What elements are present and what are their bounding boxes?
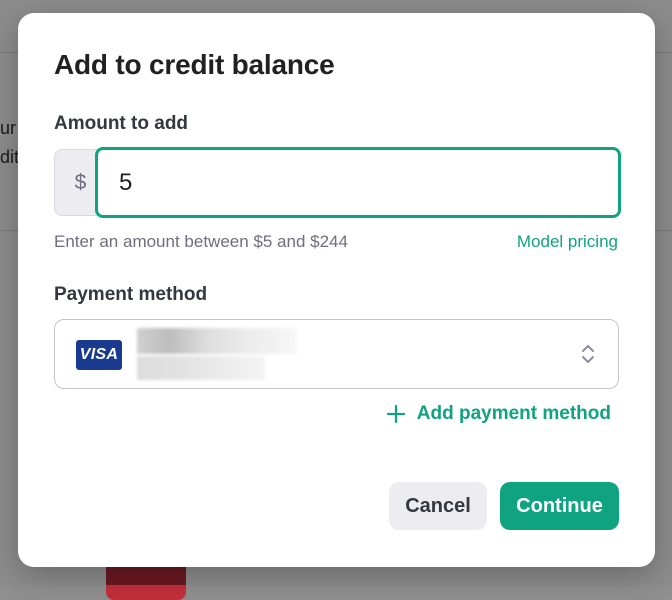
add-credit-dialog: Add to credit balance Amount to add $ En… bbox=[18, 13, 655, 567]
payment-method-select[interactable]: VISA bbox=[54, 319, 619, 389]
visa-icon: VISA bbox=[76, 340, 122, 370]
amount-label: Amount to add bbox=[54, 113, 189, 134]
redacted-card-details bbox=[137, 328, 297, 354]
add-payment-method-label: Add payment method bbox=[416, 403, 611, 424]
amount-helper-text: Enter an amount between $5 and $244 bbox=[54, 232, 348, 251]
chevron-up-down-icon bbox=[582, 345, 594, 363]
dialog-title: Add to credit balance bbox=[54, 49, 335, 80]
model-pricing-link[interactable]: Model pricing bbox=[517, 232, 618, 252]
add-payment-method-button[interactable]: Add payment method bbox=[386, 403, 611, 425]
continue-button[interactable]: Continue bbox=[500, 482, 619, 530]
cancel-button[interactable]: Cancel bbox=[389, 482, 487, 530]
payment-method-label: Payment method bbox=[54, 284, 208, 305]
amount-input-group: $ bbox=[54, 147, 621, 218]
redacted-card-expiry bbox=[137, 356, 265, 380]
amount-input[interactable] bbox=[95, 147, 621, 218]
plus-icon bbox=[386, 405, 405, 423]
